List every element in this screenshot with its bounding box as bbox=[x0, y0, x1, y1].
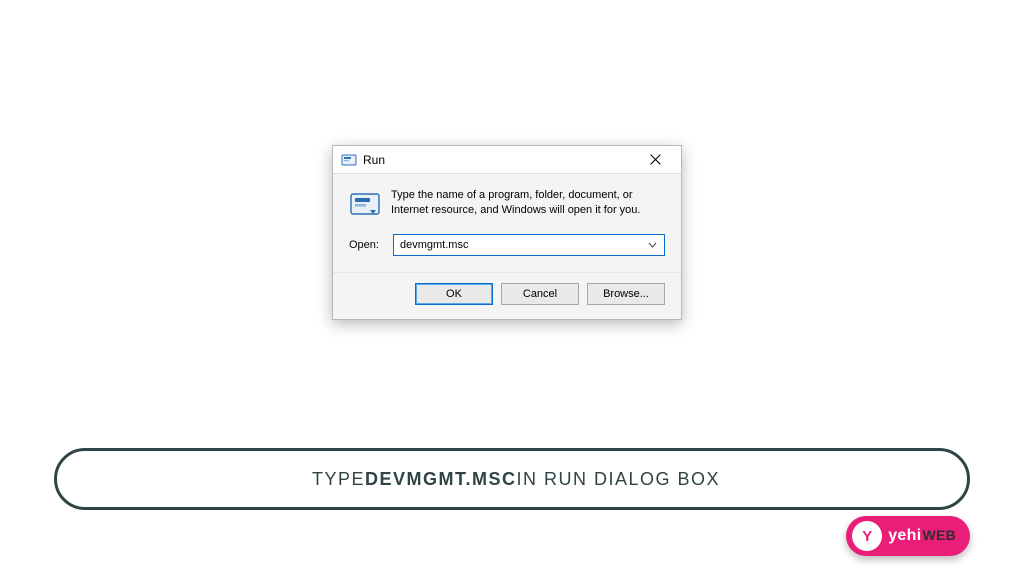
browse-button[interactable]: Browse... bbox=[587, 283, 665, 305]
ok-button[interactable]: OK bbox=[415, 283, 493, 305]
open-label: Open: bbox=[349, 239, 383, 251]
run-dialog-buttons: OK Cancel Browse... bbox=[333, 272, 681, 319]
cancel-button[interactable]: Cancel bbox=[501, 283, 579, 305]
browse-button-label: Browse... bbox=[603, 288, 649, 300]
run-dialog-title: Run bbox=[363, 153, 635, 167]
run-dialog-titlebar[interactable]: Run bbox=[333, 146, 681, 174]
open-input[interactable] bbox=[400, 239, 644, 251]
open-row: Open: bbox=[349, 234, 665, 256]
run-app-icon bbox=[341, 152, 357, 168]
watermark-glyph: Y bbox=[862, 528, 872, 545]
watermark-brand: yehi WEB bbox=[888, 527, 956, 545]
caption-pre: TYPE bbox=[312, 469, 365, 490]
caption-bold: DEVMGMT.MSC bbox=[365, 469, 517, 490]
chevron-down-icon[interactable] bbox=[644, 242, 660, 248]
run-instruction-text: Type the name of a program, folder, docu… bbox=[391, 188, 665, 220]
run-dialog-body: Type the name of a program, folder, docu… bbox=[333, 174, 681, 272]
watermark-brand-b: WEB bbox=[922, 527, 956, 543]
watermark-logo-icon: Y bbox=[852, 521, 882, 551]
watermark-brand-a: yehi bbox=[888, 527, 921, 545]
close-icon bbox=[650, 152, 661, 168]
open-combobox[interactable] bbox=[393, 234, 665, 256]
cancel-button-label: Cancel bbox=[523, 288, 557, 300]
caption-post: IN RUN DIALOG BOX bbox=[516, 469, 720, 490]
run-app-icon bbox=[349, 188, 381, 220]
watermark-badge: Y yehi WEB bbox=[846, 516, 970, 556]
caption-text: TYPE DEVMGMT.MSC IN RUN DIALOG BOX bbox=[71, 456, 961, 502]
caption-bar: TYPE DEVMGMT.MSC IN RUN DIALOG BOX bbox=[54, 448, 970, 510]
instruction-row: Type the name of a program, folder, docu… bbox=[349, 188, 665, 220]
close-button[interactable] bbox=[635, 146, 675, 174]
run-dialog: Run Type the name of a program, folder, … bbox=[332, 145, 682, 320]
ok-button-label: OK bbox=[446, 288, 462, 300]
